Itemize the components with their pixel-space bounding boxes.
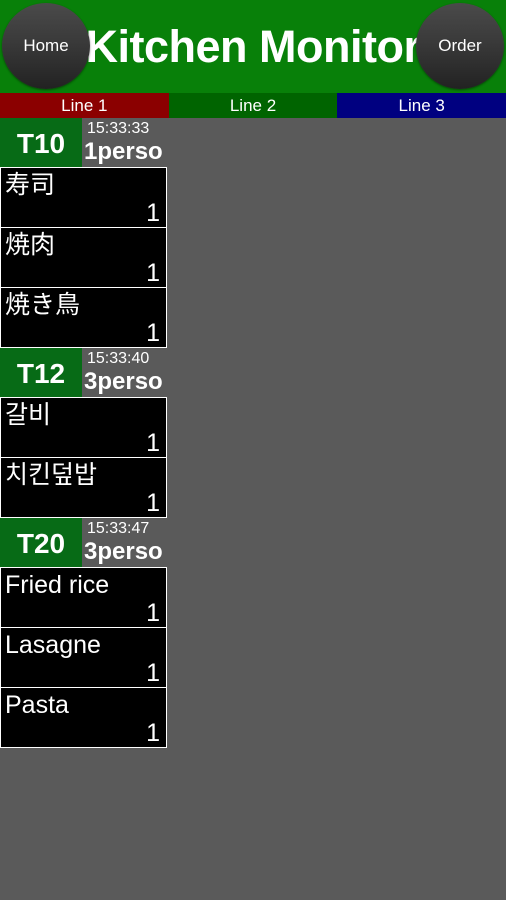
order-people-count: 3perso [84, 538, 163, 565]
order-item-row[interactable]: 치킨덮밥 1 [0, 457, 167, 518]
tab-line-3-label: Line 3 [398, 96, 445, 115]
order-card-header: T12 15:33:40 3perso [0, 348, 169, 398]
order-item-quantity: 1 [146, 199, 160, 227]
order-item-row[interactable]: 寿司 1 [0, 167, 167, 228]
order-item-row[interactable]: Fried rice 1 [0, 567, 167, 628]
tab-line-2[interactable]: Line 2 [168, 93, 338, 118]
order-button[interactable]: Order [416, 3, 504, 89]
orders-column: T10 15:33:33 1perso 寿司 1 焼肉 1 焼き鳥 1 T12 15:33:40 3p… [0, 118, 169, 748]
order-time: 15:33:40 [87, 350, 150, 367]
order-info: 15:33:47 3perso [82, 518, 169, 568]
order-card[interactable]: T10 15:33:33 1perso 寿司 1 焼肉 1 焼き鳥 1 [0, 118, 169, 348]
order-time: 15:33:47 [87, 520, 150, 537]
orders-area: T10 15:33:33 1perso 寿司 1 焼肉 1 焼き鳥 1 T12 15:33:40 3p… [0, 118, 506, 900]
app-header: Kitchen Monitor Home Order [0, 0, 506, 93]
tab-line-2-label: Line 2 [229, 96, 277, 115]
order-people-count: 3perso [84, 368, 163, 395]
order-item-quantity: 1 [146, 319, 160, 347]
order-item-row[interactable]: Pasta 1 [0, 687, 167, 748]
tab-line-1[interactable]: Line 1 [0, 93, 169, 118]
table-number: T12 [0, 348, 82, 398]
table-number: T10 [0, 118, 82, 168]
order-item-quantity: 1 [146, 719, 160, 747]
order-item-name: Lasagne [5, 631, 101, 659]
home-button[interactable]: Home [2, 3, 90, 89]
order-item-row[interactable]: Lasagne 1 [0, 627, 167, 688]
order-item-quantity: 1 [146, 659, 160, 687]
order-item-name: 焼肉 [5, 231, 56, 259]
order-info: 15:33:40 3perso [82, 348, 169, 398]
tab-line-1-label: Line 1 [61, 96, 108, 115]
order-card-header: T20 15:33:47 3perso [0, 518, 169, 568]
order-item-name: 焼き鳥 [5, 291, 81, 319]
order-item-quantity: 1 [146, 429, 160, 457]
order-info: 15:33:33 1perso [82, 118, 169, 168]
order-card[interactable]: T12 15:33:40 3perso 갈비 1 치킨덮밥 1 [0, 348, 169, 518]
order-item-quantity: 1 [146, 489, 160, 517]
tab-line-3[interactable]: Line 3 [337, 93, 506, 118]
order-item-name: 갈비 [5, 401, 52, 429]
order-item-row[interactable]: 갈비 1 [0, 397, 167, 458]
order-item-row[interactable]: 焼き鳥 1 [0, 287, 167, 348]
order-item-quantity: 1 [146, 259, 160, 287]
order-item-name: 寿司 [5, 171, 56, 199]
order-time: 15:33:33 [87, 120, 150, 137]
order-item-row[interactable]: 焼肉 1 [0, 227, 167, 288]
order-people-count: 1perso [84, 138, 163, 165]
order-item-name: 치킨덮밥 [5, 461, 98, 489]
order-card-header: T10 15:33:33 1perso [0, 118, 169, 168]
order-item-name: Fried rice [5, 571, 110, 599]
order-item-quantity: 1 [146, 599, 160, 627]
table-number: T20 [0, 518, 82, 568]
order-item-name: Pasta [5, 691, 69, 719]
order-card[interactable]: T20 15:33:47 3perso Fried rice 1 Lasagne 1 Past… [0, 518, 169, 748]
line-tab-bar: Line 1 Line 2 Line 3 [0, 93, 506, 118]
